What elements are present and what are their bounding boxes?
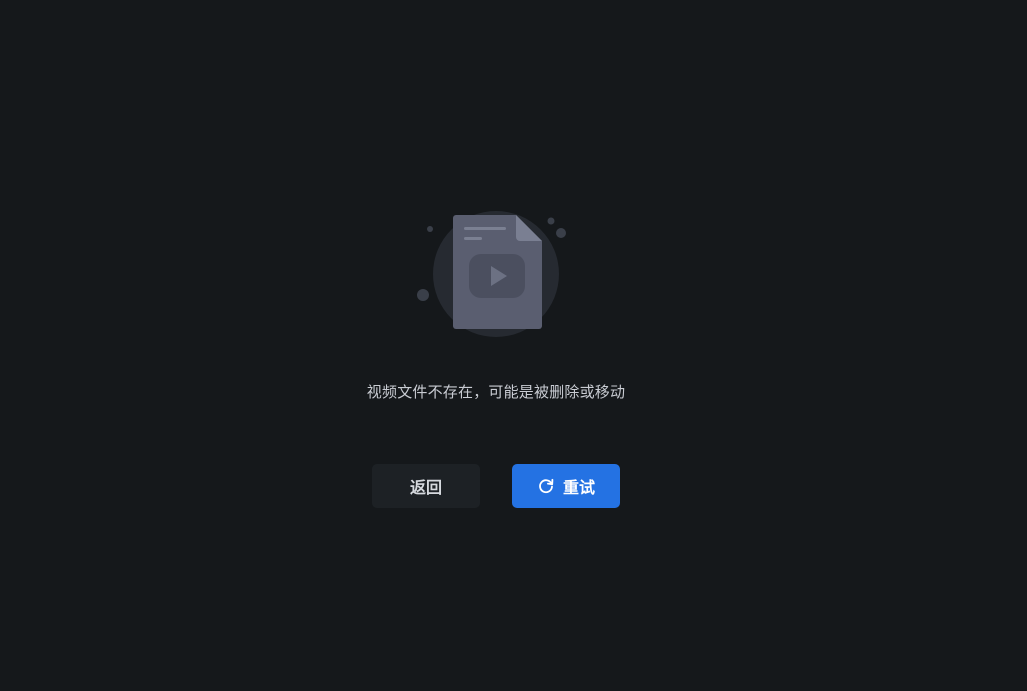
back-button-label: 返回: [409, 478, 442, 497]
missing-video-file-icon: [410, 205, 580, 345]
video-error-page: 视频文件不存在，可能是被删除或移动 返回 重试: [0, 0, 1027, 691]
error-message: 视频文件不存在，可能是被删除或移动: [366, 383, 626, 401]
refresh-icon: [537, 477, 555, 495]
retry-button[interactable]: 重试: [512, 464, 620, 508]
back-button[interactable]: 返回: [372, 464, 480, 508]
retry-button-label: 重试: [562, 478, 595, 497]
